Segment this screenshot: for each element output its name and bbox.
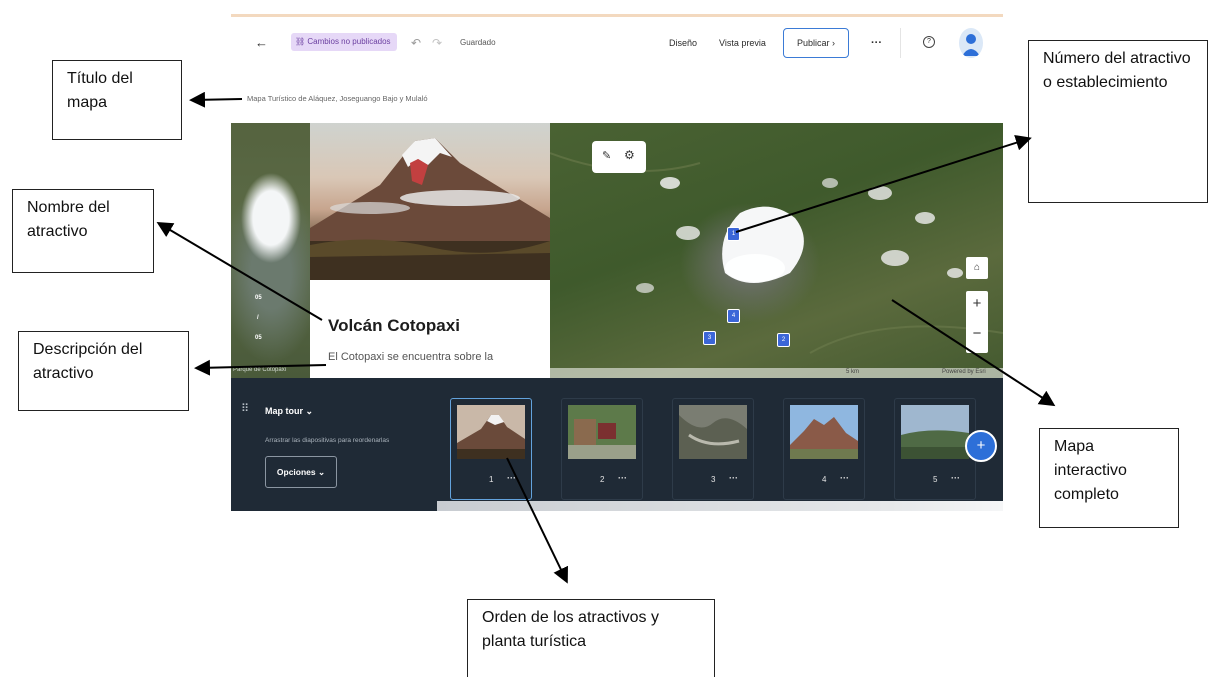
arrow-order <box>506 457 568 584</box>
arrow-attraction-description <box>194 359 327 376</box>
annotation-arrows <box>156 91 1056 584</box>
arrow-attraction-name <box>156 221 323 321</box>
arrow-map-title <box>189 91 243 108</box>
arrow-interactive-map <box>891 299 1056 407</box>
arrow-attraction-number <box>735 135 1032 233</box>
